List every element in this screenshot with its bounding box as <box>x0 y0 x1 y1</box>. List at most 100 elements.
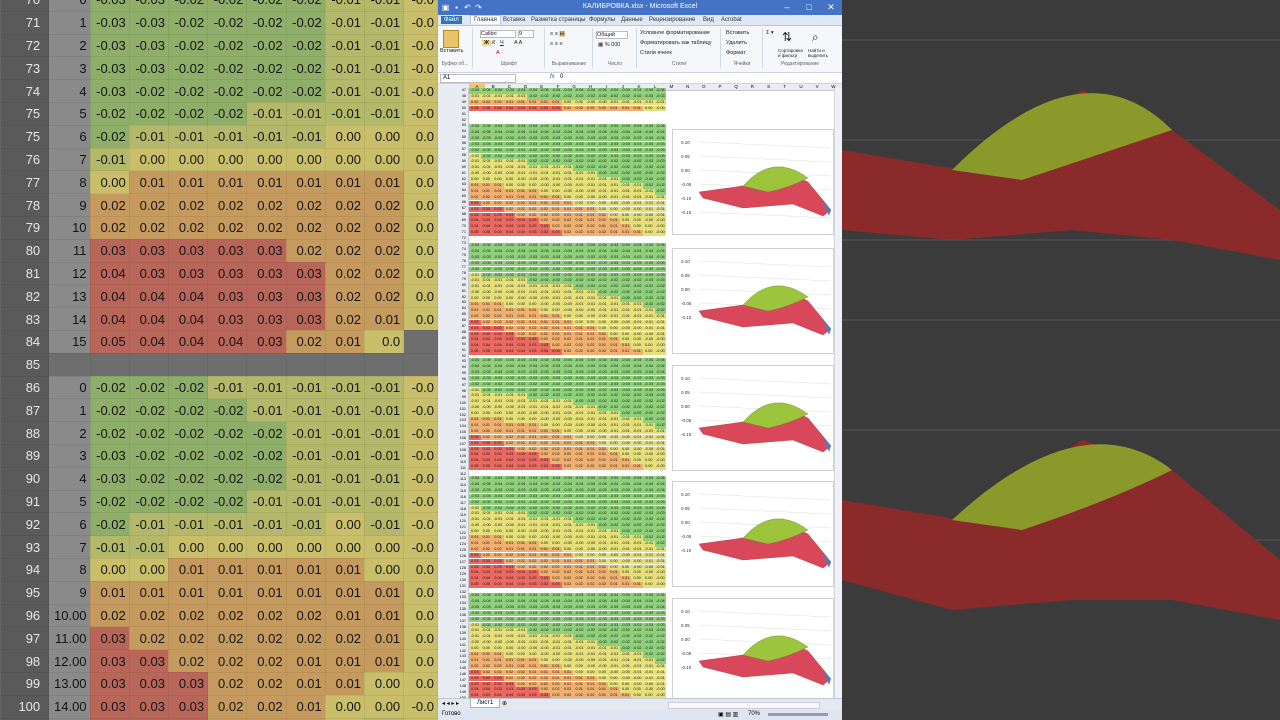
grid-cell[interactable]: -0.02 <box>550 272 562 279</box>
grid-cell[interactable]: -0.01 <box>608 663 620 670</box>
grid-cell[interactable]: -0.02 <box>619 165 632 171</box>
row-number[interactable]: 122 <box>460 531 466 535</box>
grid-cell[interactable]: -0.02 <box>608 517 620 523</box>
grid-cell[interactable]: 0.00 <box>643 349 655 355</box>
grid-cell[interactable]: -0.04 <box>573 598 585 605</box>
grid-cell[interactable]: -0.02 <box>503 387 516 394</box>
grid-cell[interactable]: -0.03 <box>573 381 585 388</box>
grid-cell[interactable]: 0.01 <box>561 681 574 688</box>
grid-cell[interactable]: -0.01 <box>654 681 667 688</box>
grid-cell[interactable]: -0.04 <box>550 476 562 482</box>
grid-cell[interactable]: -0.03 <box>608 487 620 494</box>
grid-cell[interactable]: -0.02 <box>573 159 585 166</box>
grid-cell[interactable]: -0.03 <box>561 381 574 388</box>
grid-cell[interactable]: -0.01 <box>469 622 481 629</box>
grid-cell[interactable]: -0.04 <box>619 248 632 255</box>
grid-cell[interactable]: -0.01 <box>631 99 643 106</box>
grid-cell[interactable]: -0.02 <box>503 622 516 629</box>
grid-cell[interactable]: -0.03 <box>596 369 609 376</box>
grid-cell[interactable]: 0.04 <box>469 224 481 230</box>
grid-cell[interactable]: 0.03 <box>480 440 493 447</box>
grid-cell[interactable]: -0.00 <box>503 523 516 529</box>
grid-cell[interactable]: -0.00 <box>561 188 574 195</box>
grid-cell[interactable]: -0.01 <box>585 523 597 529</box>
grid-cell[interactable]: 0.05 <box>480 464 493 470</box>
grid-cell[interactable]: -0.01 <box>619 417 632 423</box>
grid-cell[interactable]: 0.00 <box>561 428 574 435</box>
grid-cell[interactable]: 0.05 <box>469 230 481 236</box>
grid-cell[interactable]: 0.03 <box>492 570 504 577</box>
grid-cell[interactable]: -0.02 <box>619 93 632 100</box>
grid-cell[interactable]: 0.03 <box>469 675 481 682</box>
grid-cell[interactable]: -0.02 <box>550 505 562 512</box>
grid-cell[interactable]: 0.00 <box>643 582 655 588</box>
grid-cell[interactable]: -0.00 <box>561 652 574 658</box>
grid-cell[interactable]: 0.00 <box>503 417 516 423</box>
grid-cell[interactable]: -0.02 <box>619 284 632 290</box>
grid-cell[interactable]: -0.01 <box>608 296 620 302</box>
grid-cell[interactable]: -0.02 <box>527 159 539 166</box>
grid-cell[interactable]: -0.04 <box>561 476 574 482</box>
grid-cell[interactable]: -0.02 <box>503 147 516 154</box>
grid-cell[interactable]: -0.02 <box>585 399 597 405</box>
grid-cell[interactable]: -0.01 <box>643 325 655 332</box>
grid-cell[interactable]: 0.01 <box>515 188 527 195</box>
row-number[interactable]: 58 <box>462 153 466 157</box>
grid-cell[interactable]: 0.01 <box>608 582 620 588</box>
grid-cell[interactable]: 0.00 <box>573 428 585 435</box>
grid-cell[interactable]: -0.00 <box>631 206 643 213</box>
grid-cell[interactable]: -0.02 <box>550 153 562 160</box>
grid-cell[interactable]: 0.02 <box>550 681 562 688</box>
grid-cell[interactable]: 0.01 <box>585 325 597 332</box>
grid-cell[interactable]: 0.00 <box>573 194 585 201</box>
grid-cell[interactable]: -0.04 <box>515 481 527 488</box>
grid-cell[interactable]: -0.02 <box>619 517 632 523</box>
grid-cell[interactable]: 0.00 <box>596 200 609 207</box>
grid-cell[interactable]: -0.02 <box>654 399 667 405</box>
grid-cell[interactable]: 0.01 <box>573 331 585 338</box>
grid-cell[interactable]: -0.04 <box>492 598 504 605</box>
grid-cell[interactable]: -0.00 <box>515 646 527 652</box>
grid-cell[interactable]: 0.01 <box>608 452 620 459</box>
grid-cell[interactable]: 0.04 <box>480 576 493 582</box>
grid-cell[interactable]: 0.01 <box>538 663 551 670</box>
grid-cell[interactable]: -0.02 <box>573 399 585 405</box>
grid-cell[interactable]: 0.01 <box>561 325 574 332</box>
grid-cell[interactable]: -0.03 <box>480 141 493 148</box>
grid-cell[interactable]: -0.04 <box>561 124 574 130</box>
grid-cell[interactable]: -0.03 <box>631 499 643 506</box>
grid-cell[interactable]: 0.01 <box>550 313 562 320</box>
grid-cell[interactable]: -0.00 <box>492 640 504 646</box>
grid-cell[interactable]: 0.04 <box>480 343 493 349</box>
grid-cell[interactable]: -0.03 <box>608 604 620 611</box>
grid-cell[interactable]: -0.03 <box>527 610 539 617</box>
grid-cell[interactable]: 0.01 <box>527 319 539 326</box>
grid-cell[interactable]: 0.00 <box>643 224 655 230</box>
grid-cell[interactable]: -0.04 <box>654 358 667 364</box>
grid-cell[interactable]: -0.04 <box>654 135 667 142</box>
grid-cell[interactable]: -0.01 <box>619 540 632 547</box>
grid-cell[interactable]: -0.02 <box>527 616 539 623</box>
grid-cell[interactable]: 0.03 <box>469 446 481 453</box>
grid-cell[interactable]: -0.02 <box>643 417 655 423</box>
grid-cell[interactable]: 0.00 <box>480 529 493 535</box>
grid-cell[interactable]: -0.00 <box>492 523 504 529</box>
grid-cell[interactable]: 0.04 <box>503 105 516 112</box>
horizontal-scrollbar[interactable] <box>668 702 820 709</box>
row-number[interactable]: 93 <box>462 359 466 363</box>
grid-cell[interactable]: 0.02 <box>492 663 504 670</box>
grid-cell[interactable]: -0.01 <box>550 411 562 417</box>
grid-cell[interactable]: -0.02 <box>608 634 620 640</box>
grid-cell[interactable]: -0.01 <box>631 428 643 435</box>
grid-cell[interactable]: -0.00 <box>469 290 481 296</box>
grid-cell[interactable]: -0.02 <box>538 266 551 273</box>
grid-cell[interactable]: -0.01 <box>515 159 527 166</box>
grid-cell[interactable]: -0.04 <box>643 124 655 130</box>
grid-cell[interactable]: -0.02 <box>527 266 539 273</box>
grid-cell[interactable]: 0.00 <box>619 452 632 459</box>
grid-cell[interactable]: -0.04 <box>585 593 597 599</box>
grid-cell[interactable]: -0.04 <box>469 248 481 255</box>
grid-cell[interactable]: 0.03 <box>550 464 562 470</box>
grid-cell[interactable]: -0.02 <box>515 505 527 512</box>
grid-cell[interactable]: -0.03 <box>654 272 667 279</box>
